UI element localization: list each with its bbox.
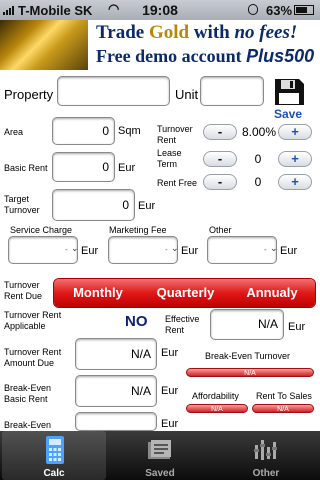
rent-free-label: Rent Free (157, 178, 198, 188)
other-unit: Eur (280, 245, 298, 257)
property-label: Property (4, 87, 54, 102)
marketing-fee-label: Marketing Fee (109, 225, 167, 235)
target-turnover-input[interactable]: 0 (52, 189, 135, 221)
effective-rent-label: Effective Rent (165, 314, 200, 335)
service-charge-unit: Eur (81, 245, 99, 257)
service-charge-label: Service Charge (10, 225, 73, 235)
break-even-label: Break-Even (4, 420, 52, 430)
target-turnover-label: Target Turnover (4, 194, 40, 215)
unit-label: Unit (175, 87, 199, 102)
segment-annualy[interactable]: Annualy (229, 279, 315, 307)
amount-due-output: N/A (75, 338, 157, 370)
lock-rotation-icon (248, 4, 258, 15)
turnover-rent-value: 8.00% (241, 125, 277, 139)
unit-input[interactable] (200, 76, 264, 106)
calculator-icon (46, 436, 64, 464)
tab-saved[interactable]: Saved (107, 431, 213, 480)
tab-other[interactable]: Other (213, 431, 319, 480)
area-unit: Sqm (118, 125, 141, 137)
break-even-unit: Eur (161, 418, 179, 430)
other-icon (254, 440, 277, 460)
target-turnover-unit: Eur (138, 200, 156, 212)
ad-banner[interactable]: Trade Gold with no fees! Free demo accou… (0, 20, 320, 70)
break-even-basic-rent-label: Break-Even Basic Rent (4, 383, 52, 404)
ad-brand-logo: Plus500 (246, 46, 315, 66)
chevron-down-icon: ⌄ (71, 243, 79, 253)
marketing-fee-unit: Eur (181, 245, 199, 257)
turnover-rent-decrement-button[interactable]: - (203, 124, 237, 140)
status-bar: T-Mobile SK ◠ 19:08 63% (0, 0, 320, 20)
break-even-basic-rent-unit: Eur (161, 385, 179, 397)
marketing-fee-select[interactable]: - ⌄ (108, 236, 179, 264)
lease-term-value: 0 (254, 152, 262, 166)
rent-free-value: 0 (254, 175, 262, 189)
service-charge-select[interactable]: - ⌄ (8, 236, 79, 264)
ad-headline: Trade Gold with no fees! (96, 22, 298, 43)
battery-percent: 63% (266, 3, 293, 18)
basic-rent-label: Basic Rent (4, 163, 48, 173)
basic-rent-input[interactable]: 0 (52, 152, 115, 182)
affordability-label: Affordability (192, 391, 239, 401)
area-input[interactable]: 0 (52, 117, 115, 145)
break-even-basic-rent-output: N/A (75, 375, 157, 407)
segment-monthly[interactable]: Monthly (54, 279, 143, 307)
other-label: Other (209, 225, 232, 235)
break-even-turnover-label: Break-Even Turnover (205, 351, 291, 361)
gold-bars-image (0, 20, 88, 70)
area-label: Area (4, 127, 24, 137)
lease-term-label: Lease Term (157, 148, 182, 169)
rent-applicable-value: NO (125, 313, 148, 330)
break-even-turnover-bar: N/A (186, 368, 314, 377)
saved-icon (148, 440, 171, 459)
rent-to-sales-label: Rent To Sales (256, 391, 312, 401)
segment-quarterly[interactable]: Quarterly (142, 279, 230, 307)
rent-due-label: Turnover Rent Due (4, 280, 43, 301)
amount-due-unit: Eur (161, 347, 179, 359)
basic-rent-unit: Eur (118, 162, 136, 174)
lease-term-increment-button[interactable]: + (278, 151, 312, 167)
rent-due-segmented-control[interactable]: Monthly Quarterly Annualy (53, 278, 316, 308)
ad-subline: Free demo account Plus500 (96, 46, 315, 66)
chevron-down-icon: ⌄ (270, 243, 278, 253)
rent-to-sales-bar: N/A (252, 404, 314, 413)
tab-bar: Calc Saved Other (0, 431, 320, 480)
other-select[interactable]: - ⌄ (207, 236, 278, 264)
effective-rent-output: N/A (210, 309, 284, 340)
affordability-bar: N/A (186, 404, 248, 413)
rent-free-decrement-button[interactable]: - (203, 174, 237, 190)
amount-due-label: Turnover Rent Amount Due (4, 347, 62, 368)
floppy-disk-icon (275, 79, 304, 105)
break-even-output (75, 412, 157, 431)
turnover-rent-increment-button[interactable]: + (278, 124, 312, 140)
rent-applicable-label: Turnover Rent Applicable (4, 310, 62, 331)
save-button[interactable]: Save (271, 77, 307, 121)
chevron-down-icon: ⌄ (171, 243, 179, 253)
rent-free-increment-button[interactable]: + (278, 174, 312, 190)
property-input[interactable] (57, 76, 170, 106)
lease-term-decrement-button[interactable]: - (203, 151, 237, 167)
tab-calc[interactable]: Calc (2, 431, 106, 480)
turnover-rent-label: Turnover Rent (157, 124, 193, 145)
effective-rent-unit: Eur (288, 321, 306, 333)
battery-icon (294, 5, 314, 15)
